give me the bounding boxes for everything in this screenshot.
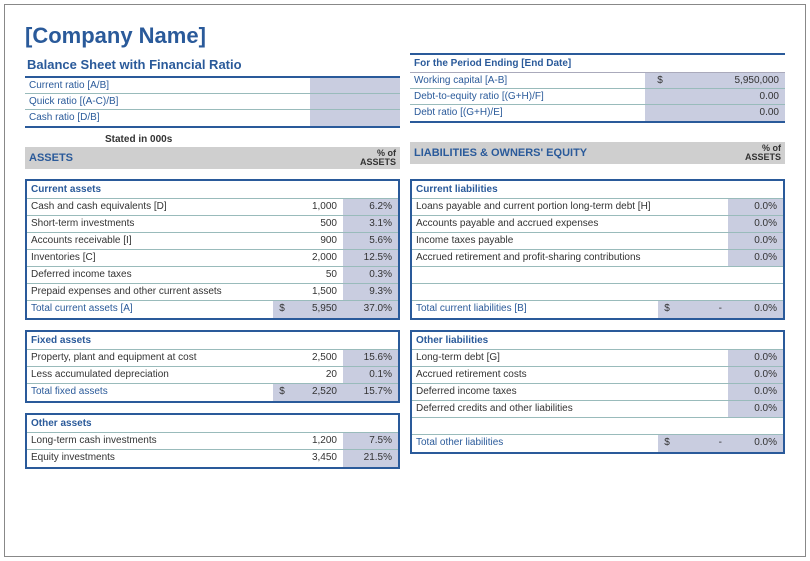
ratio-label: Quick ratio [(A-C)/B] [25, 94, 310, 109]
table-row: Deferred credits and other liabilities0.… [412, 401, 783, 418]
table-row: Cash and cash equivalents [D]1,0006.2% [27, 199, 398, 216]
metric-value: 0.00 [675, 89, 785, 104]
metric-currency [645, 105, 675, 121]
stated-in: Stated in 000s [25, 128, 400, 147]
company-name: [Company Name] [25, 23, 785, 49]
metric-value: 0.00 [675, 105, 785, 121]
table-row: Accounts receivable [I]9005.6% [27, 233, 398, 250]
table-row-spacer [412, 418, 783, 435]
table-row: Accrued retirement costs0.0% [412, 367, 783, 384]
liab-bar: LIABILITIES & OWNERS' EQUITY % of ASSETS [410, 142, 785, 164]
metric-row: Debt-to-equity ratio [(G+H)/F] 0.00 [410, 89, 785, 105]
metric-label: Debt ratio [(G+H)/E] [410, 105, 645, 121]
subtitle: Balance Sheet with Financial Ratio [25, 53, 400, 76]
fixed-assets-table: Fixed assets Property, plant and equipme… [25, 330, 400, 403]
ratio-value [310, 94, 400, 109]
body-columns: Current assets Cash and cash equivalents… [25, 169, 785, 469]
table-total: Total fixed assets $2,520 15.7% [27, 384, 398, 401]
metric-currency: $ [645, 73, 675, 88]
period-header: For the Period Ending [End Date] [410, 53, 785, 73]
right-body: Current liabilities Loans payable and cu… [410, 169, 785, 469]
table-row: Deferred income taxes0.0% [412, 384, 783, 401]
ratio-box: Current ratio [A/B] Quick ratio [(A-C)/B… [25, 76, 400, 128]
ratio-row: Cash ratio [D/B] [25, 110, 400, 126]
balance-sheet-page: [Company Name] Balance Sheet with Financ… [4, 4, 806, 557]
metric-row: Debt ratio [(G+H)/E] 0.00 [410, 105, 785, 121]
table-row: Prepaid expenses and other current asset… [27, 284, 398, 301]
ratio-label: Current ratio [A/B] [25, 78, 310, 93]
table-head: Fixed assets [27, 332, 398, 350]
table-row-spacer [412, 267, 783, 284]
other-assets-table: Other assets Long-term cash investments1… [25, 413, 400, 469]
ratio-row: Current ratio [A/B] [25, 78, 400, 94]
table-row: Accounts payable and accrued expenses0.0… [412, 216, 783, 233]
current-liabilities-table: Current liabilities Loans payable and cu… [410, 179, 785, 320]
table-total: Total current assets [A] $5,950 37.0% [27, 301, 398, 318]
left-top: Balance Sheet with Financial Ratio Curre… [25, 53, 400, 169]
ratio-row: Quick ratio [(A-C)/B] [25, 94, 400, 110]
metrics-box: Working capital [A-B] $ 5,950,000 Debt-t… [410, 73, 785, 123]
assets-pct-label: % of ASSETS [341, 149, 396, 167]
table-row: Accrued retirement and profit-sharing co… [412, 250, 783, 267]
top-columns: Balance Sheet with Financial Ratio Curre… [25, 53, 785, 169]
table-row: Deferred income taxes500.3% [27, 267, 398, 284]
table-head: Other liabilities [412, 332, 783, 350]
ratio-value [310, 110, 400, 126]
liab-pct-label: % of ASSETS [726, 144, 781, 162]
table-row: Long-term debt [G]0.0% [412, 350, 783, 367]
table-row: Inventories [C]2,00012.5% [27, 250, 398, 267]
table-row-spacer [412, 284, 783, 301]
left-body: Current assets Cash and cash equivalents… [25, 169, 400, 469]
right-top: For the Period Ending [End Date] Working… [410, 53, 785, 169]
other-liabilities-table: Other liabilities Long-term debt [G]0.0%… [410, 330, 785, 454]
table-row: Income taxes payable0.0% [412, 233, 783, 250]
current-assets-table: Current assets Cash and cash equivalents… [25, 179, 400, 320]
assets-title: ASSETS [29, 152, 341, 164]
table-head: Current liabilities [412, 181, 783, 199]
metric-currency [645, 89, 675, 104]
table-row: Less accumulated depreciation200.1% [27, 367, 398, 384]
ratio-label: Cash ratio [D/B] [25, 110, 310, 126]
assets-bar: ASSETS % of ASSETS [25, 147, 400, 169]
table-head: Other assets [27, 415, 398, 433]
table-row: Loans payable and current portion long-t… [412, 199, 783, 216]
table-row: Property, plant and equipment at cost2,5… [27, 350, 398, 367]
ratio-value [310, 78, 400, 93]
table-total: Total current liabilities [B] $- 0.0% [412, 301, 783, 318]
metric-value: 5,950,000 [675, 73, 785, 88]
metric-label: Debt-to-equity ratio [(G+H)/F] [410, 89, 645, 104]
table-total: Total other liabilities $- 0.0% [412, 435, 783, 452]
table-row: Equity investments3,45021.5% [27, 450, 398, 467]
metric-label: Working capital [A-B] [410, 73, 645, 88]
liab-title: LIABILITIES & OWNERS' EQUITY [414, 147, 726, 159]
table-row: Long-term cash investments1,2007.5% [27, 433, 398, 450]
table-row: Short-term investments5003.1% [27, 216, 398, 233]
table-head: Current assets [27, 181, 398, 199]
metric-row: Working capital [A-B] $ 5,950,000 [410, 73, 785, 89]
